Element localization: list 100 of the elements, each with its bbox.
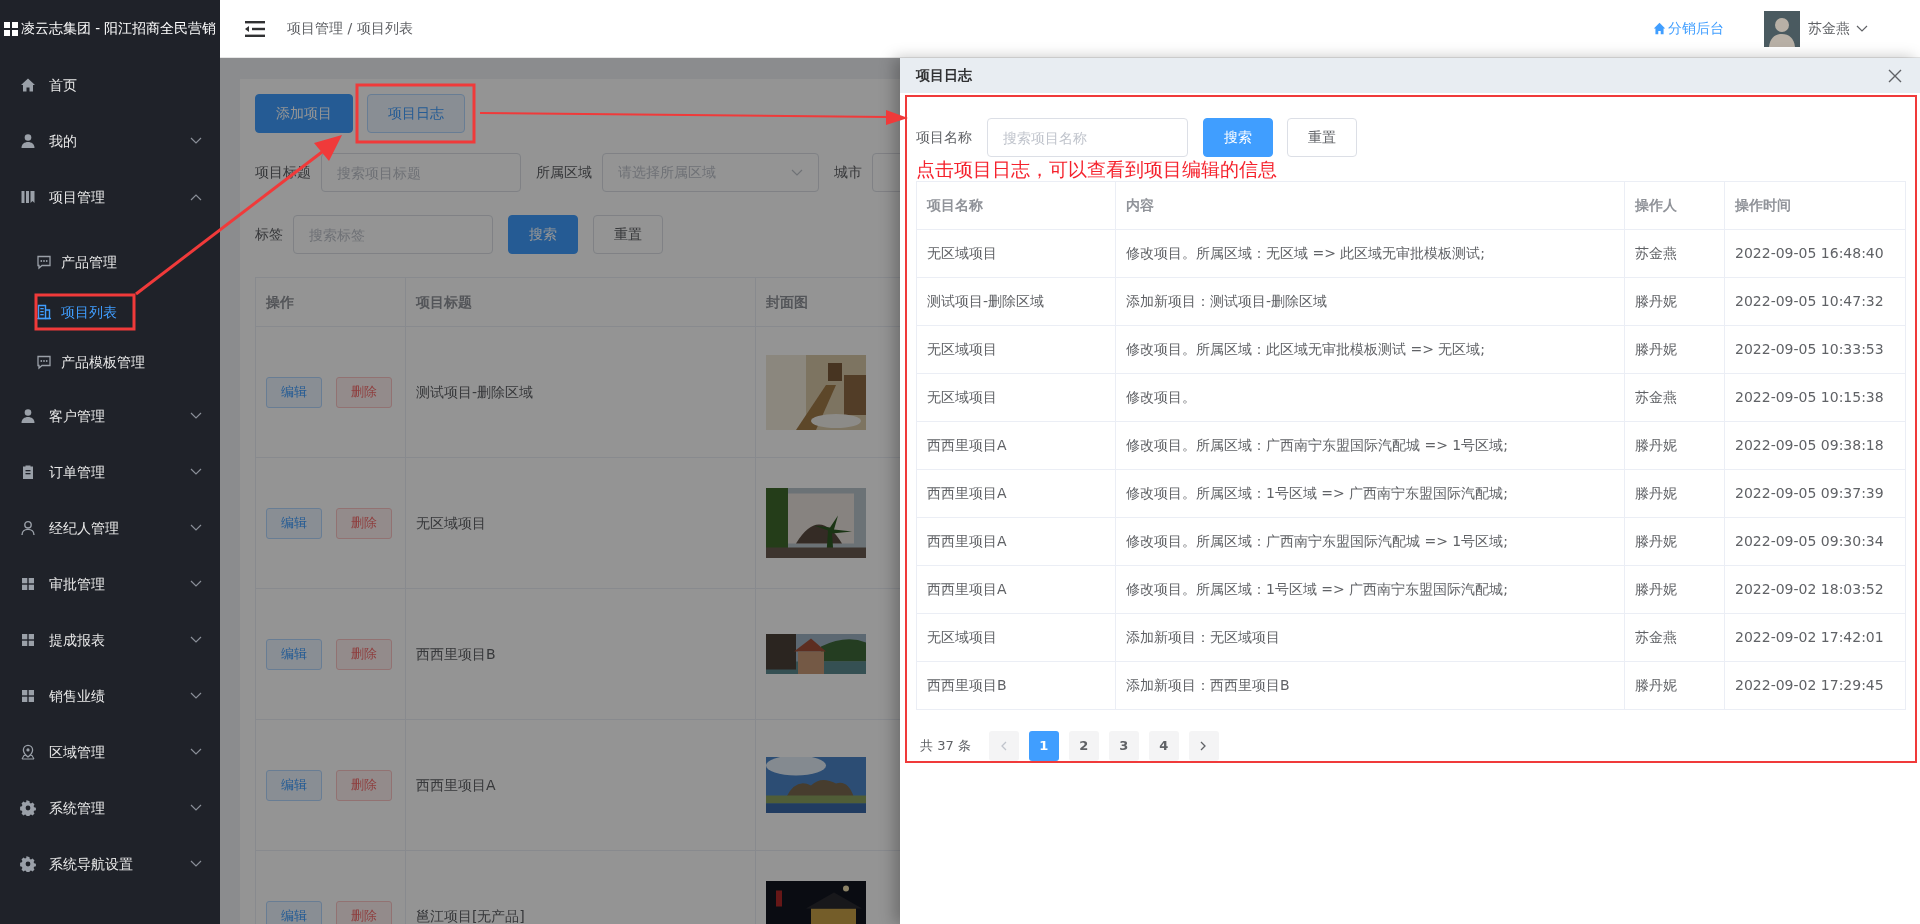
total-count: 共 37 条 [920,737,971,756]
field-label: 项目名称 [916,128,972,147]
menu-item[interactable]: 系统导航设置 [0,836,220,892]
table-cell: 测试项目-删除区域 [415,383,533,400]
chat-icon [36,354,52,370]
table-cell: 滕丹妮 [1635,581,1677,597]
submenu-item[interactable]: 产品模板管理 [0,337,145,387]
menu-item[interactable]: 订单管理 [0,444,220,500]
column-header: 操作时间 [1735,197,1791,213]
table-cell: 2022-09-05 10:47:32 [1735,293,1884,309]
field-label: 标签 [255,225,283,244]
column-header: 项目标题 [415,293,472,310]
column-header: 封面图 [766,293,809,310]
user-icon [20,520,36,536]
table-cell: 2022-09-05 09:37:39 [1735,485,1884,501]
menu-item[interactable]: 销售业绩 [0,668,220,724]
field-label: 城市 [834,163,862,182]
chat-icon [36,254,52,270]
column-header: 操作人 [1635,197,1677,213]
column-header: 操作 [266,293,294,310]
page-button[interactable]: 2 [1068,731,1099,761]
grid-icon [20,632,36,648]
table-cell: 西西里项目A [927,485,1007,501]
column-header: 内容 [1126,197,1154,213]
table-cell: 2022-09-05 16:48:40 [1735,245,1884,261]
table-cell: 修改项目。所属区域：1号区域 => 广西南宁东盟国际汽配城; [1126,581,1508,597]
menu-item[interactable]: 我的 [0,113,220,169]
submenu-item[interactable]: 项目列表 [0,287,117,337]
menu-item[interactable]: 提成报表 [0,612,220,668]
table-cell: 测试项目-删除区域 [927,293,1045,309]
next-page-button[interactable] [1188,731,1219,761]
menu-item[interactable]: 项目管理 [0,169,220,225]
user-icon [20,133,36,149]
home-icon [1653,22,1666,35]
table-cell: 邕江项目[无产品] [415,907,525,924]
chevron-right-icon [1200,741,1208,751]
table-cell: 苏金燕 [1635,629,1677,645]
reset-button[interactable]: 重置 [1287,118,1357,157]
table-cell: 滕丹妮 [1635,677,1677,693]
table-cell: 苏金燕 [1635,245,1677,261]
table-cell: 修改项目。所属区域：此区域无审批模板测试 => 无区域; [1126,341,1486,357]
table-cell: 2022-09-02 17:42:01 [1735,629,1884,645]
table-cell: 2022-09-05 09:30:34 [1735,533,1884,549]
table-cell: 滕丹妮 [1635,485,1677,501]
menu-item[interactable]: 系统管理 [0,780,220,836]
table-cell: 修改项目。所属区域：无区域 => 此区域无审批模板测试; [1126,245,1486,261]
page-button[interactable]: 3 [1108,731,1139,761]
table-cell: 无区域项目 [927,245,997,261]
table-cell: 西西里项目B [927,677,1007,693]
prev-page-button[interactable] [988,731,1019,761]
breadcrumb: 项目管理 / 项目列表 [287,19,413,38]
table-cell: 添加新项目：西西里项目B [1126,677,1290,693]
user-icon [20,408,36,424]
close-icon[interactable] [1888,68,1902,83]
chevron-left-icon [1000,741,1008,751]
table-cell: 滕丹妮 [1635,533,1677,549]
building-icon [36,304,52,320]
table-cell: 滕丹妮 [1635,341,1677,357]
table-cell: 修改项目。 [1126,389,1196,405]
input-field[interactable]: 搜索项目名称 [987,118,1188,157]
user-menu[interactable]: 苏金燕 [1808,18,1850,39]
table-cell: 2022-09-02 18:03:52 [1735,581,1884,597]
menu-item[interactable]: 经纪人管理 [0,500,220,556]
table-cell: 无区域项目 [927,341,997,357]
menu-icon[interactable] [245,20,265,37]
app-title: 凌云志集团 - 阳江招商全民营销 [21,19,217,39]
table-cell: 2022-09-05 09:38:18 [1735,437,1884,453]
bars-icon [20,189,36,205]
caret-icon [1856,24,1868,33]
backend-link[interactable]: 分销后台 [1653,18,1724,39]
table-cell: 修改项目。所属区域：1号区域 => 广西南宁东盟国际汽配城; [1126,485,1508,501]
grid-icon [20,576,36,592]
table-cell: 滕丹妮 [1635,437,1677,453]
table-cell: 西西里项目B [415,645,496,662]
menu-item[interactable]: 区域管理 [0,724,220,780]
annotation-text: 点击项目日志，可以查看到项目编辑的信息 [916,158,1278,181]
menu-item[interactable]: 客户管理 [0,388,220,444]
table-cell: 无区域项目 [415,514,486,531]
settings-icon [20,800,36,816]
table-cell: 修改项目。所属区域：广西南宁东盟国际汽配城 => 1号区域; [1126,437,1508,453]
table-cell: 西西里项目A [927,581,1007,597]
submenu-item[interactable]: 产品管理 [0,237,117,287]
clipboard-icon [20,464,36,480]
menu-item[interactable]: 审批管理 [0,556,220,612]
table-cell: 无区域项目 [927,629,997,645]
field-label: 所属区域 [536,163,592,182]
table-cell: 2022-09-05 10:33:53 [1735,341,1884,357]
logo-icon [4,21,18,36]
grid-icon [20,688,36,704]
table-cell: 修改项目。所属区域：广西南宁东盟国际汽配城 => 1号区域; [1126,533,1508,549]
table-cell: 添加新项目：测试项目-删除区域 [1126,293,1328,309]
menu-item[interactable]: 首页 [0,57,220,113]
caret-icon [791,168,803,177]
column-header: 项目名称 [927,197,983,213]
home-icon [20,77,36,93]
reset-button[interactable]: 重置 [593,215,663,254]
settings-icon [20,856,36,872]
table-cell: 添加新项目：无区域项目 [1126,629,1280,645]
table-cell: 西西里项目A [927,533,1007,549]
page-button[interactable]: 4 [1148,731,1179,761]
